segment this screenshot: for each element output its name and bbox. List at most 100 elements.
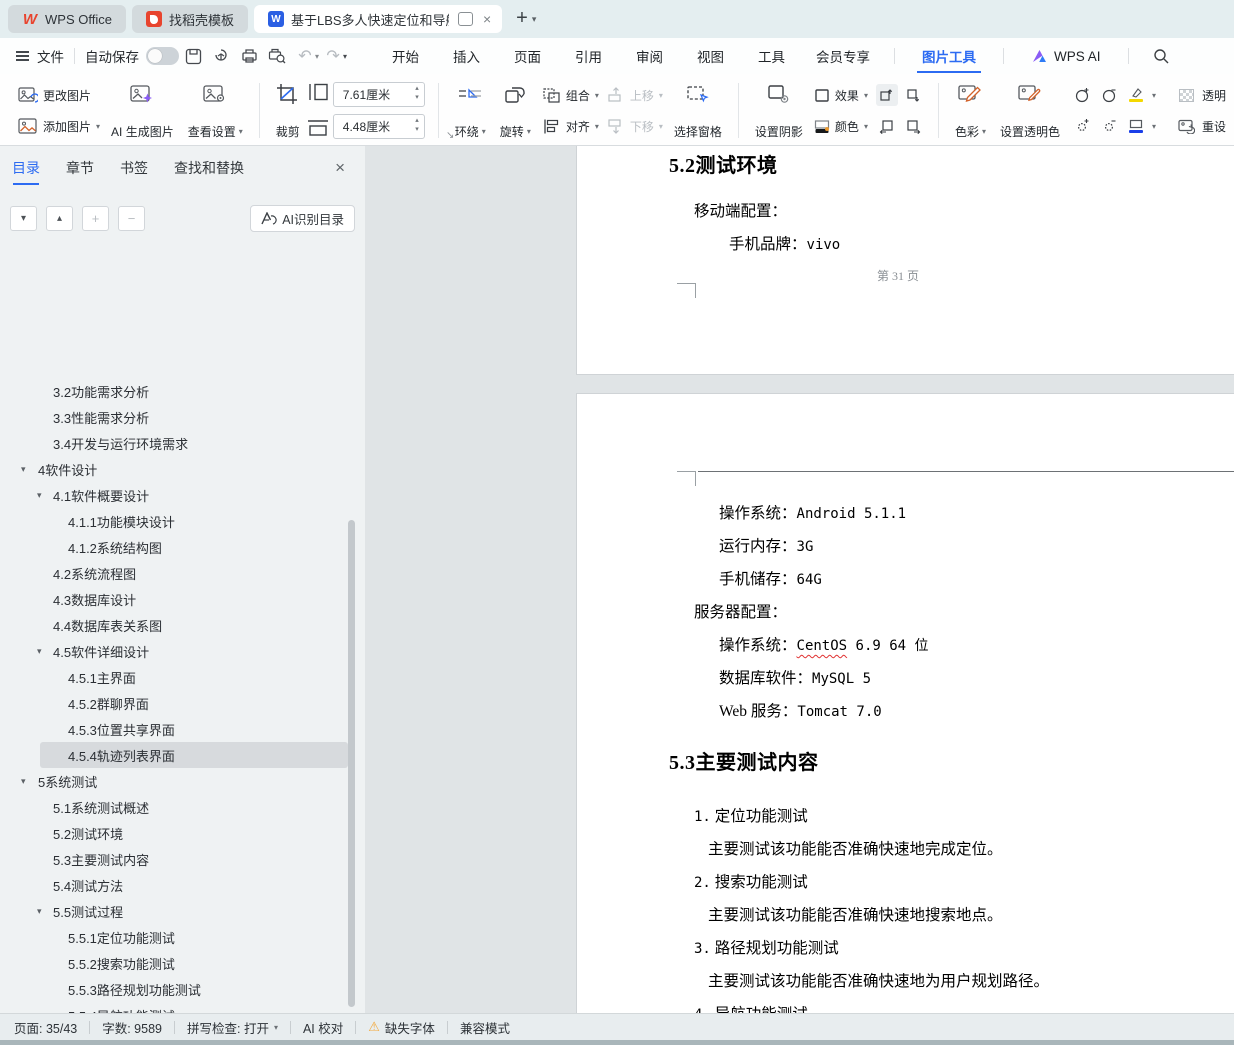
highlight-color-button[interactable]: [1125, 84, 1147, 106]
autosave-toggle[interactable]: [146, 47, 179, 65]
hamburger-menu-icon[interactable]: [16, 48, 29, 63]
close-tab-icon[interactable]: ×: [480, 11, 494, 27]
spellcheck-status[interactable]: 拼写检查: 打开: [187, 1018, 269, 1037]
tab-list-chevron-icon[interactable]: ▾: [532, 14, 537, 25]
export-pdf-button[interactable]: [208, 44, 234, 68]
outline-item[interactable]: ▾ 5系统测试: [0, 768, 365, 794]
outline-item[interactable]: 5.5.2搜索功能测试: [0, 950, 365, 976]
contrast-down-button[interactable]: [1098, 84, 1120, 106]
outline-item[interactable]: 3.2功能需求分析: [0, 386, 365, 404]
reset-picture-button[interactable]: [1175, 115, 1197, 137]
move-down-button[interactable]: 下移 ▾: [607, 113, 663, 139]
wrap-button[interactable]: 环绕 ▾: [448, 80, 493, 141]
new-tab-button[interactable]: +: [516, 7, 528, 30]
push-right-button[interactable]: [903, 115, 925, 137]
outline-item[interactable]: 4.5.3位置共享界面: [0, 716, 365, 742]
sidebar-tab-toc[interactable]: 目录: [12, 147, 40, 189]
tab-wps-ai[interactable]: WPS AI: [1014, 38, 1118, 74]
outline-item[interactable]: ▾ 4.5软件详细设计: [0, 638, 365, 664]
outline-item[interactable]: 4.5.2群聊界面: [0, 690, 365, 716]
quick-access-chevron-icon[interactable]: ▾: [343, 52, 347, 61]
set-transparent-color-button[interactable]: 设置透明色: [993, 80, 1067, 141]
contrast-up-button[interactable]: [1071, 84, 1093, 106]
outline-item[interactable]: 4.1.1功能模块设计: [0, 508, 365, 534]
outline-item[interactable]: 4.3数据库设计: [0, 586, 365, 612]
collapse-arrow-icon[interactable]: ▾: [21, 464, 26, 475]
brightness-up-button[interactable]: [1071, 115, 1093, 137]
tab-docer-templates[interactable]: 找稻壳模板: [131, 5, 248, 33]
outline-item[interactable]: ▾ 4软件设计: [0, 456, 365, 482]
height-spinner[interactable]: ▴ ▾: [415, 116, 419, 134]
tab-member[interactable]: 会员专享: [802, 38, 884, 74]
zoom-in-button[interactable]: +: [82, 205, 109, 231]
picture-border-button[interactable]: [1125, 115, 1147, 137]
collapse-all-button[interactable]: ▴: [46, 205, 73, 231]
push-left-button[interactable]: [876, 115, 898, 137]
collapse-arrow-icon[interactable]: ▾: [37, 490, 42, 501]
document-canvas[interactable]: 5.2测试环境 移动端配置： 手机品牌：vivo 第 31 页 操作系统：And…: [365, 146, 1234, 1013]
enlarge-button[interactable]: [875, 84, 898, 106]
color-button[interactable]: 颜色 ▾: [814, 113, 868, 139]
tab-reference[interactable]: 引用: [558, 38, 619, 74]
page-indicator[interactable]: 页面: 35/43: [14, 1018, 77, 1037]
outline-item[interactable]: ▾ 4.1软件概要设计: [0, 482, 365, 508]
add-picture-button[interactable]: 添加图片 ▾: [18, 113, 100, 139]
rotate-button[interactable]: 旋转 ▾: [493, 80, 538, 141]
ribbon-expand-icon[interactable]: ↘: [446, 130, 454, 141]
group-button[interactable]: 组合 ▾: [542, 82, 599, 108]
outline-item[interactable]: 4.1.2系统结构图: [0, 534, 365, 560]
height-input[interactable]: 4.48厘米 ▴ ▾: [332, 114, 425, 139]
transparent-button[interactable]: [1175, 84, 1197, 106]
tab-home[interactable]: 开始: [375, 38, 436, 74]
close-sidebar-icon[interactable]: ×: [335, 158, 345, 178]
save-button[interactable]: [180, 44, 206, 68]
tab-picture-tools[interactable]: 图片工具: [905, 38, 993, 74]
missing-font-warning[interactable]: 缺失字体: [385, 1018, 435, 1037]
outline-item[interactable]: 3.4开发与运行环境需求: [0, 430, 365, 456]
sidebar-tab-bookmarks[interactable]: 书签: [120, 147, 148, 189]
outline-item[interactable]: 5.1系统测试概述: [0, 794, 365, 820]
view-settings-button[interactable]: 查看设置 ▾: [181, 80, 250, 141]
chevron-down-icon[interactable]: ▾: [1152, 122, 1156, 131]
print-preview-button[interactable]: [264, 44, 290, 68]
shrink-button[interactable]: [903, 84, 925, 106]
change-picture-button[interactable]: 更改图片: [18, 82, 100, 108]
effect-button[interactable]: 效果 ▾: [814, 82, 868, 108]
outline-item[interactable]: 4.4数据库表关系图: [0, 612, 365, 638]
expand-all-button[interactable]: ▾: [10, 205, 37, 231]
tab-view[interactable]: 视图: [680, 38, 741, 74]
align-button[interactable]: 对齐 ▾: [542, 113, 599, 139]
outline-item[interactable]: 4.5.1主界面: [0, 664, 365, 690]
tab-wps-office[interactable]: W WPS Office: [8, 5, 126, 33]
ai-proofread-button[interactable]: AI 校对: [303, 1018, 343, 1037]
word-count[interactable]: 字数: 9589: [102, 1018, 162, 1037]
collapse-arrow-icon[interactable]: ▾: [21, 776, 26, 787]
outline-item[interactable]: 5.5.1定位功能测试: [0, 924, 365, 950]
shadow-button[interactable]: 设置阴影: [748, 80, 810, 141]
undo-chevron-icon[interactable]: ▾: [315, 52, 319, 61]
move-up-button[interactable]: 上移 ▾: [607, 82, 663, 108]
width-spinner[interactable]: ▴ ▾: [415, 84, 419, 102]
print-button[interactable]: [236, 44, 262, 68]
sidebar-tab-chapters[interactable]: 章节: [66, 147, 94, 189]
chevron-down-icon[interactable]: ▾: [274, 1023, 278, 1032]
collapse-arrow-icon[interactable]: ▾: [37, 646, 42, 657]
ai-recognize-toc-button[interactable]: AI识别目录: [250, 204, 355, 232]
tab-document[interactable]: W 基于LBS多人快速定位和导航 ×: [253, 5, 503, 33]
outline-item-selected[interactable]: 4.5.4轨迹列表界面: [40, 742, 348, 768]
outline-item[interactable]: 5.5.4导航功能测试: [0, 1002, 365, 1014]
brightness-down-button[interactable]: [1098, 115, 1120, 137]
collapse-arrow-icon[interactable]: ▾: [37, 906, 42, 917]
outline-item[interactable]: ▾ 5.5测试过程: [0, 898, 365, 924]
chevron-down-icon[interactable]: ▾: [1152, 91, 1156, 100]
sidebar-tab-find-replace[interactable]: 查找和替换: [174, 147, 244, 189]
tab-review[interactable]: 审阅: [619, 38, 680, 74]
outline-item[interactable]: 5.3主要测试内容: [0, 846, 365, 872]
outline-item[interactable]: 5.4测试方法: [0, 872, 365, 898]
color-tone-button[interactable]: 色彩 ▾: [948, 80, 993, 141]
width-input[interactable]: 7.61厘米 ▴ ▾: [332, 82, 425, 107]
tab-tools[interactable]: 工具: [741, 38, 802, 74]
outline-item[interactable]: 5.5.3路径规划功能测试: [0, 976, 365, 1002]
outline-item[interactable]: 4.2系统流程图: [0, 560, 365, 586]
ai-generate-picture-button[interactable]: AI 生成图片: [104, 80, 181, 141]
